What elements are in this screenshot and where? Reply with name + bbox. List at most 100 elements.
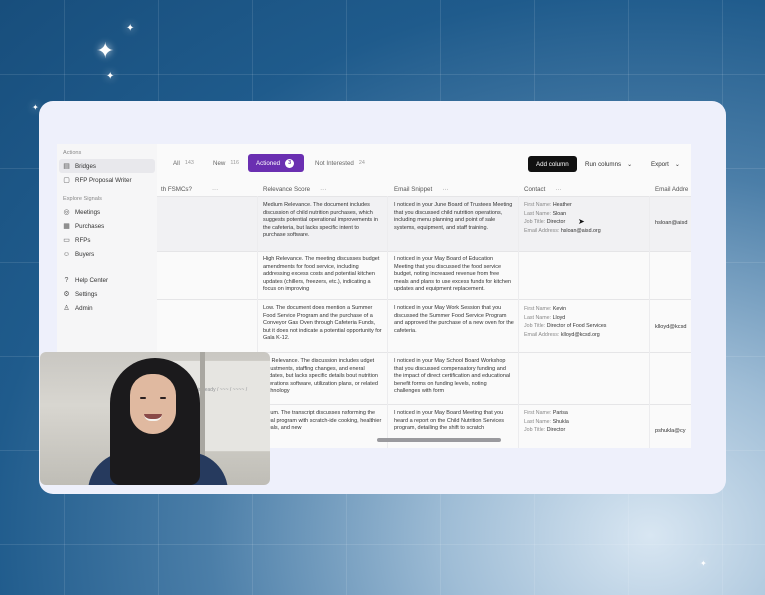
column-header-contact[interactable]: Contact ··· [524, 182, 562, 196]
contact-first-name: Kevin [552, 306, 567, 312]
export-button[interactable]: Export ⌄ [643, 156, 688, 172]
contact-email: hsloan@aisd.org [560, 227, 601, 234]
sparkle-icon: ✦ [700, 559, 707, 568]
snippet-cell[interactable]: I noticed in your June Board of Trustees… [394, 202, 514, 248]
person-eye [160, 397, 166, 399]
snippet-cell[interactable]: I noticed in your May Board of Education… [394, 256, 514, 296]
add-column-button[interactable]: Add column [528, 156, 577, 172]
sidebar-item-meetings[interactable]: ◎ Meetings [57, 205, 157, 219]
sidebar-item-label: Purchases [75, 222, 105, 230]
meetings-icon: ◎ [63, 209, 70, 216]
column-header-label: Relevance Score [263, 185, 311, 193]
contact-key: Email Address: [524, 227, 560, 234]
sidebar-item-buyers[interactable]: ☺ Buyers [57, 247, 157, 261]
tab-not-interested[interactable]: Not Interested 24 [307, 154, 373, 172]
sidebar-item-help-center[interactable]: ? Help Center [57, 273, 157, 287]
divider [649, 196, 650, 448]
sidebar-item-rfp-proposal-writer[interactable]: ▢ RFP Proposal Writer [57, 173, 157, 187]
contact-email: klloyd@kcsd.org [560, 331, 600, 338]
snippet-cell[interactable]: I noticed in your May School Board Works… [394, 358, 514, 401]
divider [157, 251, 691, 252]
contact-key: Job Title: [524, 219, 546, 226]
tab-count: 3 [285, 158, 295, 168]
contact-last-name: Shukla [552, 418, 569, 425]
contact-key: First Name: [524, 410, 552, 416]
sidebar-section-explore: Explore Signals [63, 196, 102, 202]
email-address-cell[interactable]: pshukla@cy [655, 428, 686, 434]
contact-key: Last Name: [524, 418, 552, 425]
tab-new[interactable]: New 116 [205, 154, 247, 172]
run-columns-button[interactable]: Run columns ⌄ [577, 156, 640, 172]
document-icon: ▢ [63, 177, 70, 184]
contact-job-title: Director [546, 219, 566, 226]
contact-key: First Name: [524, 306, 552, 312]
person-eye [140, 397, 146, 399]
email-address-cell[interactable]: hsloan@aisd [655, 220, 687, 226]
sidebar-item-purchases[interactable]: ▦ Purchases [57, 219, 157, 233]
more-icon[interactable]: ··· [212, 186, 218, 193]
buyers-icon: ☺ [62, 250, 71, 258]
tab-actioned[interactable]: Actioned 3 [248, 154, 304, 172]
contact-last-name: Lloyd [552, 314, 566, 321]
column-header-email-snippet[interactable]: Email Snippet ··· [394, 182, 448, 196]
sidebar-item-rfps[interactable]: ▭ RFPs [57, 233, 157, 247]
mouse-cursor-icon: ➤ [578, 217, 585, 226]
column-header-fsmcs[interactable]: th FSMCs? ··· [161, 182, 218, 196]
contact-key: Email Address: [524, 331, 560, 338]
cart-icon: ▦ [63, 223, 70, 230]
contact-key: Job Title: [524, 427, 546, 434]
more-icon[interactable]: ··· [442, 186, 448, 193]
tab-label: All [173, 159, 180, 167]
sidebar-item-label: RFPs [75, 236, 91, 244]
contact-last-name: Sloan [552, 210, 567, 217]
sidebar-item-label: Admin [75, 304, 93, 312]
divider [387, 196, 388, 448]
sidebar-item-label: Bridges [75, 162, 96, 170]
tab-all[interactable]: All 143 [165, 154, 202, 172]
column-header-label: Contact [524, 185, 546, 193]
relevance-cell[interactable]: Low. The document does mention a Summer … [263, 305, 383, 349]
sidebar-item-label: Meetings [75, 208, 101, 216]
contact-key: Last Name: [524, 210, 552, 217]
horizontal-scrollbar[interactable] [377, 438, 501, 442]
more-icon[interactable]: ··· [320, 186, 326, 193]
sidebar-section-actions: Actions [63, 150, 82, 156]
sparkle-icon: ✦ [96, 38, 115, 63]
chevron-down-icon: ⌄ [674, 160, 681, 168]
admin-icon: ♙ [63, 305, 70, 312]
tab-label: New [213, 159, 226, 167]
tab-count: 143 [184, 160, 194, 166]
gear-icon: ⚙ [63, 291, 70, 298]
sparkle-icon: ✦ [106, 71, 115, 82]
button-label: Export [651, 160, 669, 168]
person-face [130, 374, 176, 434]
sidebar-item-label: RFP Proposal Writer [75, 176, 132, 184]
relevance-cell[interactable]: ow Relevance. The discussion includes ud… [263, 358, 383, 401]
contact-cell[interactable]: First Name: Kevin Last Name: Lloyd Job T… [524, 305, 646, 339]
sidebar-item-label: Buyers [75, 250, 95, 258]
help-icon: ? [64, 276, 69, 284]
bridge-icon: ▤ [63, 163, 70, 170]
contact-first-name: Heather [552, 202, 572, 208]
sidebar-item-settings[interactable]: ⚙ Settings [57, 287, 157, 301]
divider [518, 196, 519, 448]
contact-job-title: Director [546, 427, 566, 434]
column-header-label: Email Snippet [394, 185, 433, 193]
tab-count: 24 [358, 160, 365, 166]
divider [157, 196, 691, 197]
email-address-cell[interactable]: klloyd@kcsd [655, 324, 686, 330]
button-label: Run columns [585, 160, 622, 168]
divider [157, 299, 691, 300]
sidebar-item-bridges[interactable]: ▤ Bridges [59, 159, 155, 173]
column-header-email-address[interactable]: Email Addre [655, 182, 688, 196]
contact-cell[interactable]: First Name: Parisa Last Name: Shukla Job… [524, 409, 644, 435]
webcam-video: fall in ready / ~~~ / ~~~~ / ~~~ [40, 352, 270, 485]
more-icon[interactable]: ··· [555, 186, 561, 193]
relevance-cell[interactable]: High Relevance. The meeting discusses bu… [263, 256, 383, 296]
column-header-relevance-score[interactable]: Relevance Score ··· [263, 182, 326, 196]
sidebar-item-admin[interactable]: ♙ Admin [57, 301, 157, 315]
relevance-cell[interactable]: Medium Relevance. The document includes … [263, 202, 383, 248]
tab-count: 116 [230, 160, 239, 166]
relevance-cell[interactable]: edium. The transcript discusses nsformin… [263, 410, 383, 446]
snippet-cell[interactable]: I noticed in your May Work Session that … [394, 305, 514, 349]
